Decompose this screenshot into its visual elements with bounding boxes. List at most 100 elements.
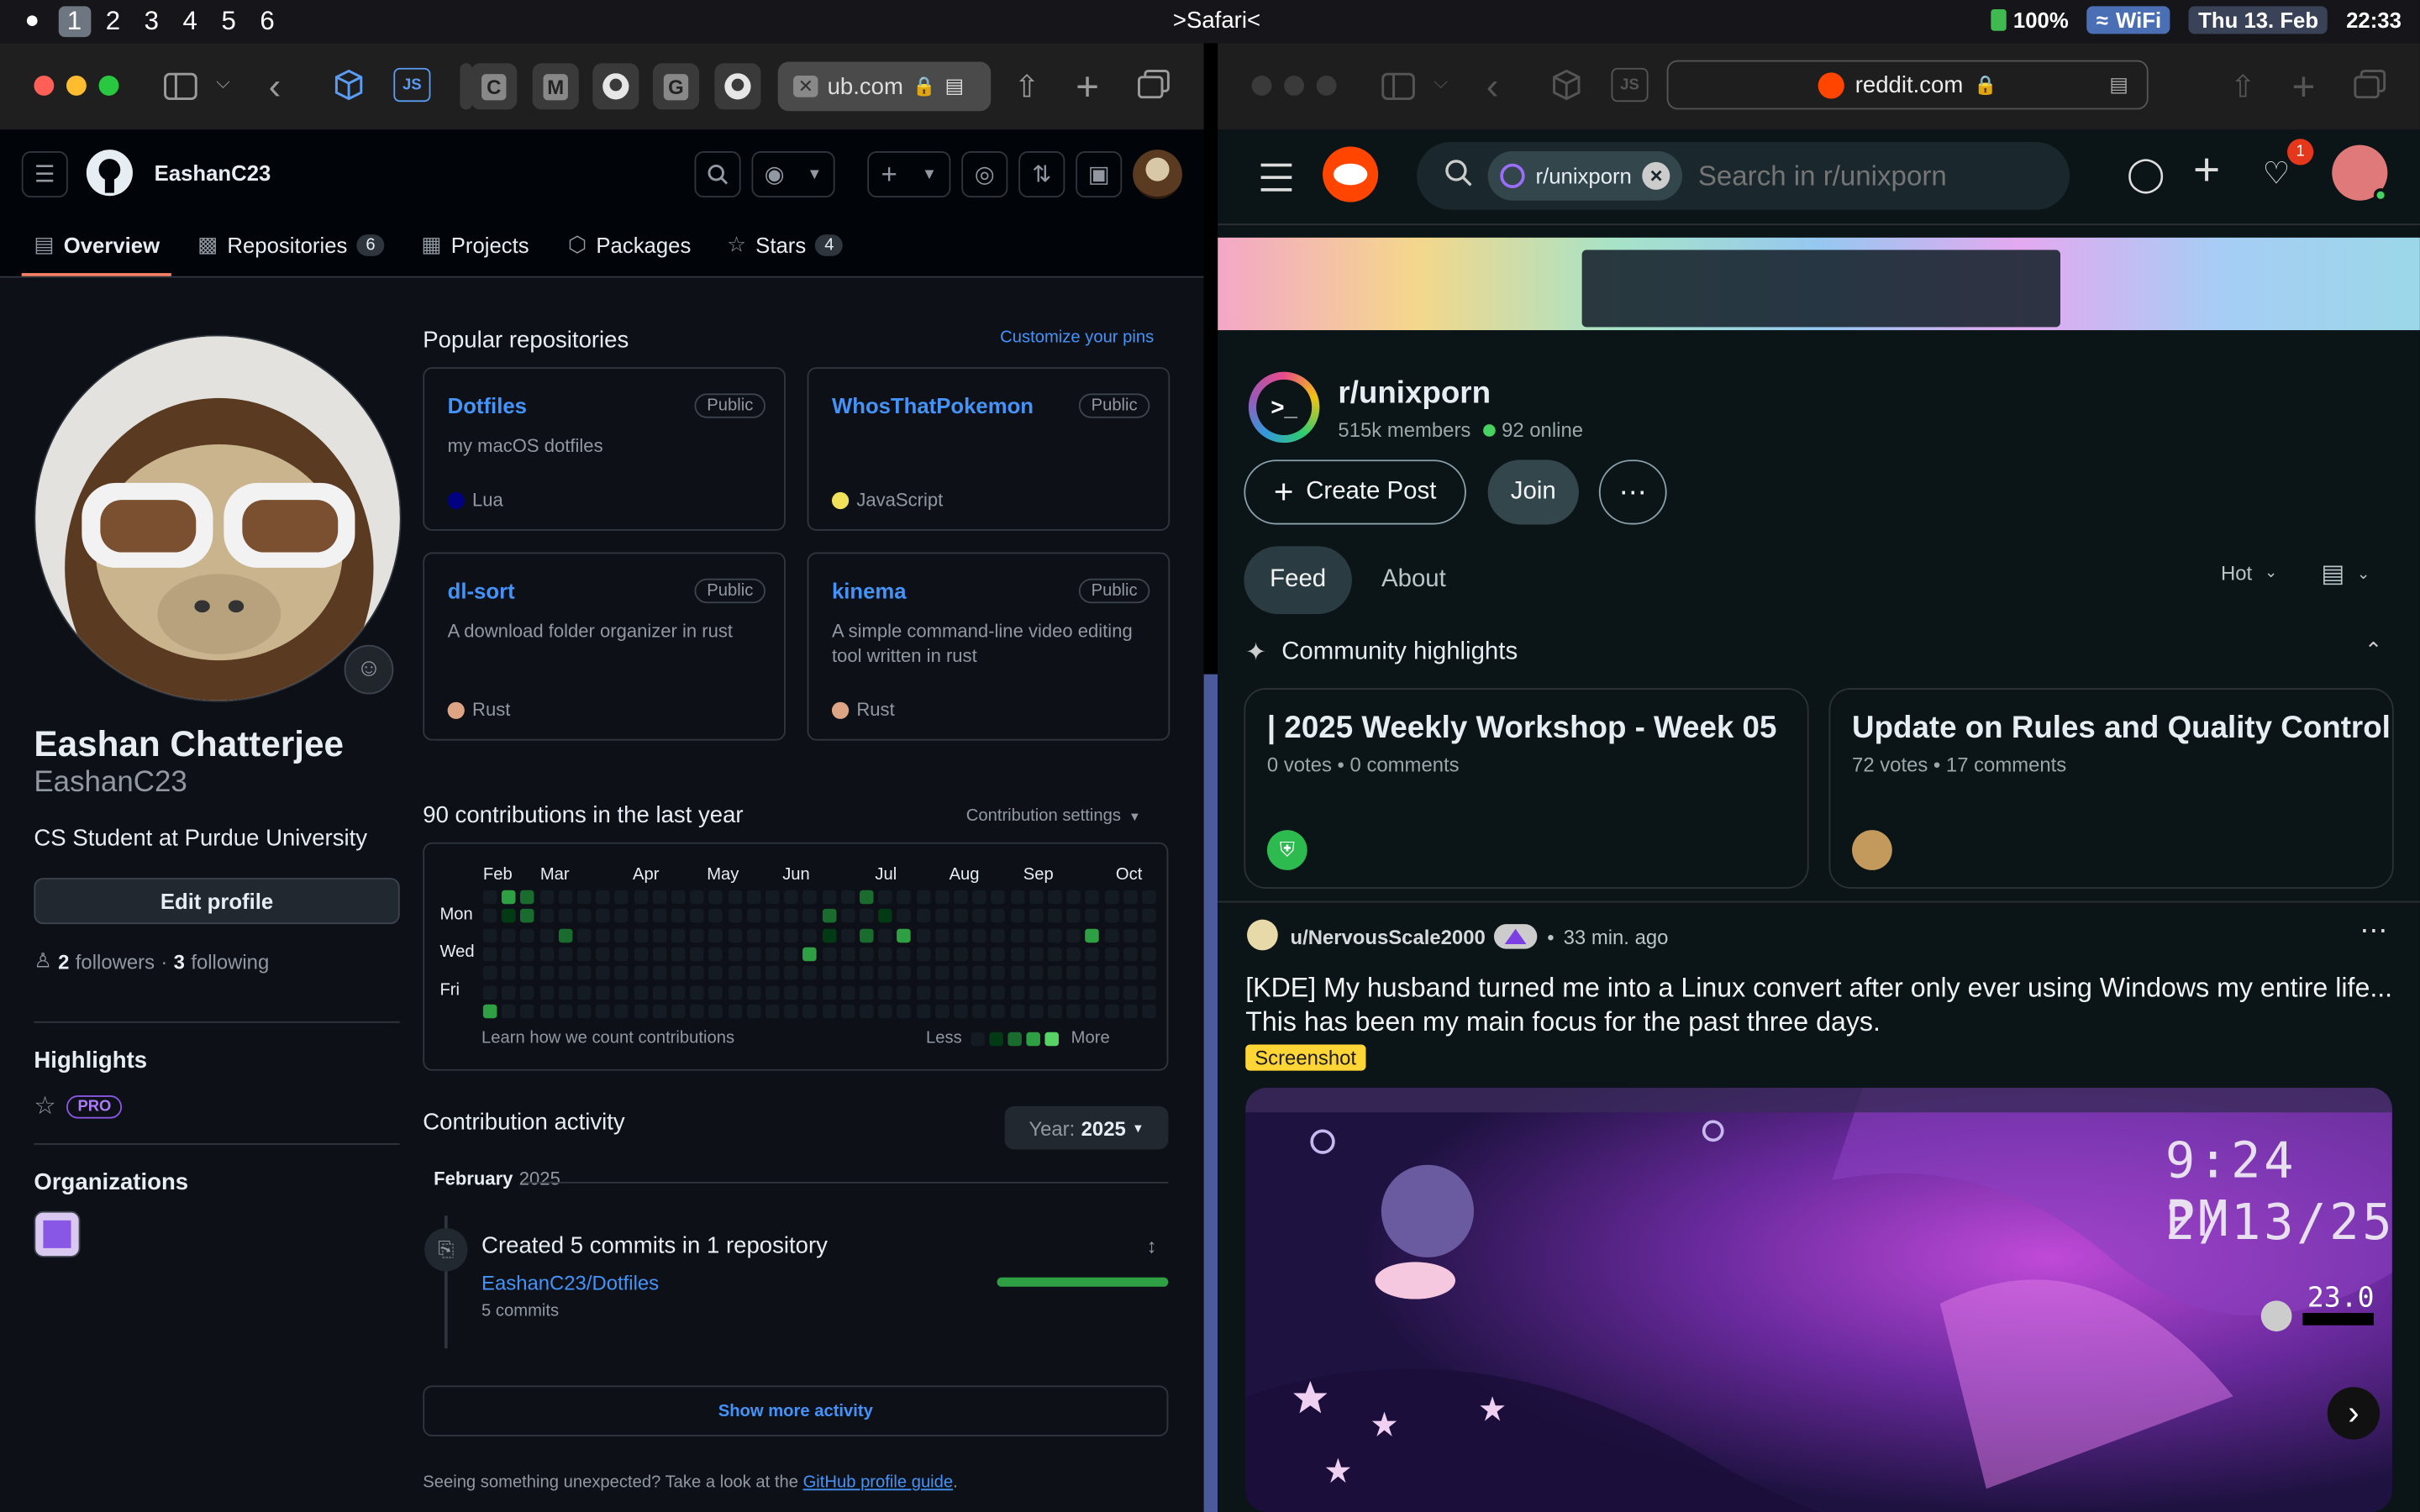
contribution-cell[interactable] <box>822 927 836 942</box>
pull-requests-icon[interactable]: ⇅ <box>1018 150 1065 198</box>
contribution-cell[interactable] <box>690 909 704 923</box>
contribution-cell[interactable] <box>784 890 798 905</box>
apple-icon[interactable]: ● <box>24 8 39 35</box>
contribution-cell[interactable] <box>558 890 573 905</box>
contribution-cell[interactable] <box>671 909 686 923</box>
repo-card-kinema[interactable]: kinema Public A simple command-line vide… <box>807 552 1171 741</box>
community-highlights-header[interactable]: ✦ Community highlights <box>1245 638 1518 669</box>
contribution-cell[interactable] <box>539 890 554 905</box>
contribution-cell[interactable] <box>728 984 742 1000</box>
contribution-cell[interactable] <box>784 947 798 962</box>
contribution-cell[interactable] <box>652 984 667 1000</box>
contribution-cell[interactable] <box>746 966 761 980</box>
contribution-cell[interactable] <box>802 947 818 962</box>
contribution-cell[interactable] <box>1104 947 1118 962</box>
tab-c[interactable]: C <box>471 63 518 110</box>
contribution-cell[interactable] <box>614 927 629 942</box>
contribution-cell[interactable] <box>652 947 667 962</box>
chat-icon[interactable]: ◯ <box>2127 155 2165 195</box>
contribution-cell[interactable] <box>954 947 968 962</box>
contribution-cell[interactable] <box>802 890 818 905</box>
repo-card-dotfiles[interactable]: Dotfiles Public my macOS dotfiles Lua <box>423 367 786 531</box>
contribution-cell[interactable] <box>614 984 629 1000</box>
contribution-cell[interactable] <box>502 909 516 923</box>
reader-icon[interactable]: ▤ <box>944 74 964 98</box>
contribution-cell[interactable] <box>991 984 1006 1000</box>
contribution-cell[interactable] <box>1066 927 1081 942</box>
contribution-cell[interactable] <box>1048 984 1062 1000</box>
contribution-cell[interactable] <box>897 927 912 942</box>
view-toggle[interactable]: ▤ ⌄ <box>2321 559 2370 590</box>
contribution-cell[interactable] <box>728 927 742 942</box>
contribution-cell[interactable] <box>860 1004 874 1018</box>
contribution-cell[interactable] <box>1066 984 1081 1000</box>
contribution-cell[interactable] <box>539 966 554 980</box>
contribution-cell[interactable] <box>916 947 930 962</box>
chevron-down-icon[interactable]: ⌵ <box>216 71 230 94</box>
contribution-cell[interactable] <box>596 966 610 980</box>
contribution-cell[interactable] <box>916 966 930 980</box>
contribution-cell[interactable] <box>822 890 836 905</box>
contribution-cell[interactable] <box>934 1004 950 1018</box>
repo-name[interactable]: Dotfiles <box>448 393 527 417</box>
contribution-cell[interactable] <box>765 927 780 942</box>
contribution-cell[interactable] <box>802 966 818 980</box>
contribution-cell[interactable] <box>690 927 704 942</box>
issues-icon[interactable]: ◎ <box>961 150 1008 198</box>
contribution-cell[interactable] <box>1048 927 1062 942</box>
contribution-cell[interactable] <box>822 909 836 923</box>
contribution-cell[interactable] <box>1066 1004 1081 1018</box>
contribution-cell[interactable] <box>1104 890 1118 905</box>
contribution-cell[interactable] <box>1010 890 1024 905</box>
contribution-cell[interactable] <box>558 947 573 962</box>
contribution-cell[interactable] <box>897 966 912 980</box>
contribution-cell[interactable] <box>746 947 761 962</box>
contribution-cell[interactable] <box>520 890 535 905</box>
contribution-cell[interactable] <box>802 927 818 942</box>
contribution-cell[interactable] <box>1028 966 1044 980</box>
zoom-window-button[interactable] <box>1316 75 1337 96</box>
contribution-cell[interactable] <box>746 984 761 1000</box>
contribution-cell[interactable] <box>482 1004 497 1018</box>
contribution-cell[interactable] <box>671 927 686 942</box>
contribution-cell[interactable] <box>916 1004 930 1018</box>
tab-github-2[interactable] <box>714 63 761 110</box>
contribution-cell[interactable] <box>614 909 629 923</box>
contribution-cell[interactable] <box>784 927 798 942</box>
contribution-cell[interactable] <box>784 984 798 1000</box>
address-bar[interactable]: ✕ ub.com 🔒 ▤ <box>777 61 992 112</box>
contribution-cell[interactable] <box>558 984 573 1000</box>
contribution-cell[interactable] <box>1123 966 1138 980</box>
contribution-cell[interactable] <box>1048 890 1062 905</box>
contribution-cell[interactable] <box>1085 1004 1100 1018</box>
contribution-cell[interactable] <box>972 927 986 942</box>
contribution-cell[interactable] <box>708 966 723 980</box>
contribution-cell[interactable] <box>576 927 592 942</box>
contribution-cell[interactable] <box>634 909 648 923</box>
search-icon[interactable] <box>694 150 741 198</box>
minimize-window-button[interactable] <box>66 75 87 96</box>
post-author[interactable]: u/NervousScale2000 <box>1290 925 1485 948</box>
contribution-cell[interactable] <box>1010 984 1024 1000</box>
contribution-cell[interactable] <box>690 984 704 1000</box>
contribution-cell[interactable] <box>1028 1004 1044 1018</box>
contribution-cell[interactable] <box>840 966 855 980</box>
tab-packages[interactable]: ⬡ Packages <box>568 232 691 258</box>
contribution-cell[interactable] <box>1028 890 1044 905</box>
workspace-6[interactable]: 6 <box>251 6 284 37</box>
contribution-cell[interactable] <box>728 909 742 923</box>
contribution-cell[interactable] <box>1104 984 1118 1000</box>
contribution-cell[interactable] <box>596 909 610 923</box>
contribution-cell[interactable] <box>482 947 497 962</box>
contribution-cell[interactable] <box>840 1004 855 1018</box>
inbox-icon[interactable]: ▣ <box>1076 150 1123 198</box>
tab-stars[interactable]: ☆ Stars 4 <box>727 232 844 258</box>
post-flair[interactable]: Screenshot <box>1245 1044 1366 1071</box>
contribution-cell[interactable] <box>746 1004 761 1018</box>
activity-event[interactable]: Created 5 commits in 1 repository <box>481 1233 828 1259</box>
contribution-settings-button[interactable]: Contribution settings ▼ <box>966 807 1141 826</box>
contribution-cell[interactable] <box>614 966 629 980</box>
contribution-cell[interactable] <box>652 927 667 942</box>
edit-profile-button[interactable]: Edit profile <box>34 878 400 925</box>
contribution-cell[interactable] <box>1123 909 1138 923</box>
